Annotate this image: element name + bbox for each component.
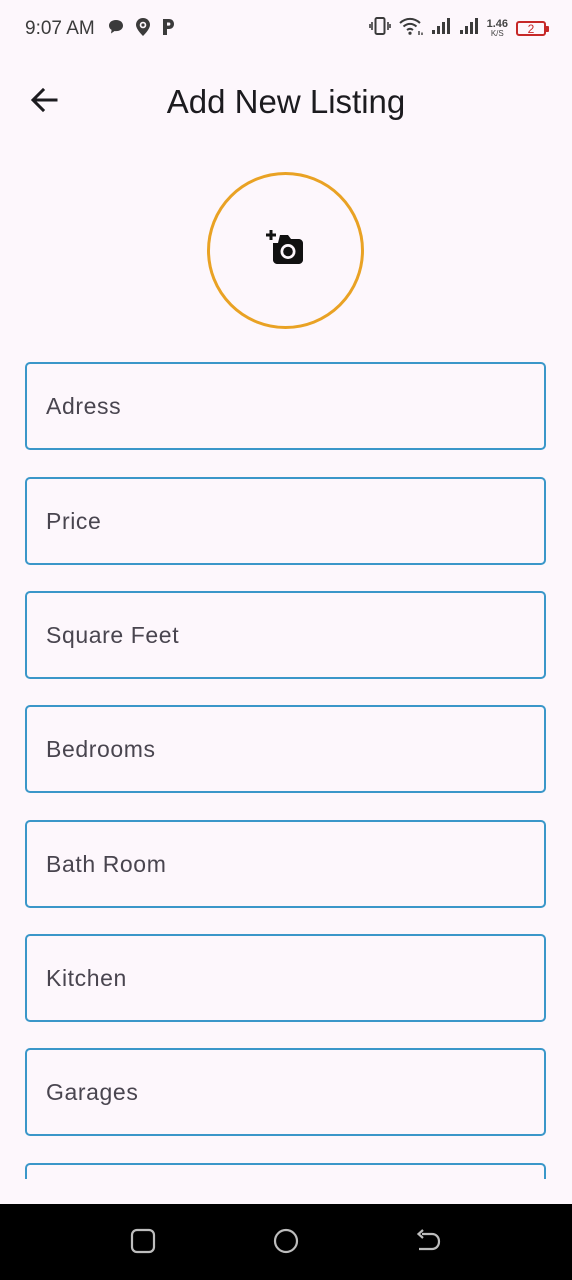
bedrooms-field-label: Bedrooms bbox=[46, 735, 156, 762]
net-speed: 1.46 K/S bbox=[487, 19, 508, 38]
address-field-label: Adress bbox=[46, 392, 122, 419]
parking-icon bbox=[161, 18, 175, 41]
battery-icon: 2 bbox=[516, 21, 549, 36]
chat-bubble-icon bbox=[107, 18, 125, 41]
add-photo-button[interactable] bbox=[207, 172, 364, 329]
square-feet-field[interactable]: Square Feet bbox=[25, 591, 546, 679]
home-icon bbox=[273, 1228, 299, 1259]
system-nav-bar bbox=[0, 1204, 572, 1280]
nav-back-button[interactable] bbox=[413, 1228, 443, 1258]
square-feet-field-label: Square Feet bbox=[46, 621, 180, 648]
garages-field[interactable]: Garages bbox=[25, 1048, 546, 1136]
add-a-photo-icon bbox=[265, 230, 306, 271]
signal-icon bbox=[431, 17, 451, 40]
status-time: 9:07 AM bbox=[25, 18, 95, 39]
battery-level: 2 bbox=[527, 21, 535, 36]
recents-icon bbox=[130, 1228, 156, 1259]
status-left-icons bbox=[107, 17, 175, 42]
location-pin-icon bbox=[134, 17, 152, 42]
kitchen-field-label: Kitchen bbox=[46, 964, 127, 991]
kitchen-field[interactable]: Kitchen bbox=[25, 934, 546, 1022]
status-right-icons: 1.46 K/S 2 bbox=[368, 16, 549, 41]
home-button[interactable] bbox=[271, 1228, 301, 1258]
price-field[interactable]: Price bbox=[25, 477, 546, 565]
bath-room-field[interactable]: Bath Room bbox=[25, 820, 546, 908]
app-bar: Add New Listing bbox=[0, 58, 572, 144]
wifi-icon bbox=[398, 16, 423, 41]
next-field-partial[interactable] bbox=[25, 1163, 546, 1179]
back-icon bbox=[414, 1228, 442, 1259]
status-bar: 9:07 AM 1.46 K/S 2 bbox=[0, 0, 572, 58]
address-field[interactable]: Adress bbox=[25, 362, 546, 450]
price-field-label: Price bbox=[46, 507, 102, 534]
bedrooms-field[interactable]: Bedrooms bbox=[25, 705, 546, 793]
bath-room-field-label: Bath Room bbox=[46, 850, 167, 877]
vibrate-icon bbox=[368, 16, 391, 41]
net-speed-unit: K/S bbox=[490, 29, 504, 38]
page-title: Add New Listing bbox=[166, 83, 406, 120]
garages-field-label: Garages bbox=[46, 1078, 139, 1105]
recents-button[interactable] bbox=[128, 1228, 158, 1258]
signal-icon-2 bbox=[459, 17, 479, 40]
